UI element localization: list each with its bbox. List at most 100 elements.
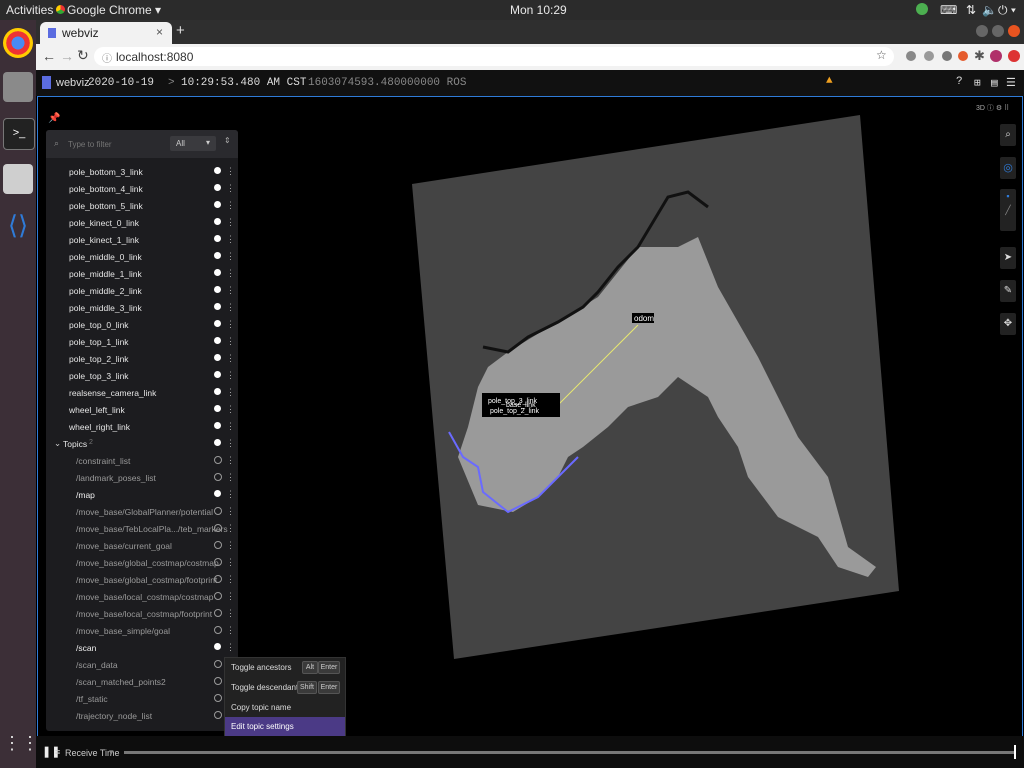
visibility-toggle[interactable] <box>214 626 222 634</box>
more-options-icon[interactable]: ⋮ <box>226 421 235 431</box>
extensions-puzzle-icon[interactable]: ✱ <box>974 48 985 64</box>
visibility-toggle[interactable] <box>214 405 221 412</box>
tree-node-row[interactable]: wheel_left_link ⋮ <box>46 401 238 418</box>
topic-row[interactable]: /map ⋮ <box>46 486 238 503</box>
more-options-icon[interactable]: ⋮ <box>226 455 235 465</box>
visibility-toggle[interactable] <box>214 473 222 481</box>
update-menu-icon[interactable] <box>1008 50 1020 62</box>
visibility-toggle[interactable] <box>214 167 221 174</box>
more-options-icon[interactable]: ⋮ <box>226 540 235 550</box>
topic-row[interactable]: /move_base/TebLocalPla.../teb_markers ⋮ <box>46 520 238 537</box>
camera-dock-icon[interactable] <box>3 164 33 194</box>
visibility-toggle[interactable] <box>214 439 221 446</box>
more-options-icon[interactable]: ⋮ <box>226 302 235 312</box>
more-options-icon[interactable]: ⋮ <box>226 370 235 380</box>
topic-row[interactable]: /scan_matched_points2⋮ <box>46 673 238 690</box>
app-menu-button[interactable]: Google Chrome ▾ <box>67 3 161 17</box>
visibility-toggle[interactable] <box>214 184 221 191</box>
tree-node-row[interactable]: pole_bottom_5_link ⋮ <box>46 197 238 214</box>
topic-row[interactable]: /move_base/local_costmap/costmap ⋮ <box>46 588 238 605</box>
topics-group-row[interactable]: ⌄ Topics 2 ⋮ <box>46 435 238 452</box>
new-tab-button[interactable]: + <box>176 22 185 39</box>
follow-tf-icon[interactable]: ◎ <box>1000 157 1016 179</box>
keyboard-icon[interactable]: ⌨ <box>940 3 957 17</box>
filter-select[interactable]: All ▾ <box>170 136 216 151</box>
layout-icon[interactable]: ▤ <box>991 76 998 90</box>
forward-icon[interactable]: → <box>60 48 74 64</box>
network-icon[interactable]: ⇅ <box>966 3 976 17</box>
more-options-icon[interactable]: ⋮ <box>226 625 235 635</box>
add-panel-icon[interactable]: ⊞ <box>974 76 981 90</box>
visibility-toggle[interactable] <box>214 575 222 583</box>
warning-icon[interactable]: ▲ <box>826 75 833 87</box>
extension-icon[interactable] <box>924 51 934 61</box>
topic-row[interactable]: /scan ⋮ <box>46 639 238 656</box>
visibility-toggle[interactable] <box>214 507 222 515</box>
more-options-icon[interactable]: ⋮ <box>226 404 235 414</box>
more-options-icon[interactable]: ⋮ <box>226 353 235 363</box>
topic-row[interactable]: /tf_static⋮ <box>46 690 238 707</box>
topic-row[interactable]: /scan_data⋮ <box>46 656 238 673</box>
topic-row[interactable]: /move_base_simple/goal ⋮ <box>46 622 238 639</box>
more-options-icon[interactable]: ⋮ <box>226 489 235 499</box>
visibility-toggle[interactable] <box>214 354 221 361</box>
menu-item-edit-topic-settings[interactable]: Edit topic settings <box>225 717 345 737</box>
more-options-icon[interactable]: ⋮ <box>226 200 235 210</box>
more-options-icon[interactable]: ⋮ <box>226 472 235 482</box>
visibility-toggle[interactable] <box>214 456 222 464</box>
tree-node-row[interactable]: pole_top_1_link ⋮ <box>46 333 238 350</box>
tab-webviz[interactable]: webviz × <box>40 22 172 44</box>
topic-row[interactable]: /constraint_list ⋮ <box>46 452 238 469</box>
more-options-icon[interactable]: ⋮ <box>226 642 235 652</box>
more-options-icon[interactable]: ⋮ <box>226 608 235 618</box>
visibility-toggle[interactable] <box>214 320 221 327</box>
extension-icon[interactable] <box>906 51 916 61</box>
2d-3d-toggle-icon[interactable]: ▪ ╱ <box>1000 189 1016 231</box>
info-icon[interactable]: ⓘ <box>102 50 112 65</box>
menu-item-toggle-descendants[interactable]: Toggle descendants Shift Enter <box>225 678 345 698</box>
tree-node-row[interactable]: pole_top_0_link ⋮ <box>46 316 238 333</box>
visibility-toggle[interactable] <box>214 541 222 549</box>
terminal-dock-icon[interactable]: >_ <box>3 118 35 150</box>
tree-node-row[interactable]: pole_middle_3_link ⋮ <box>46 299 238 316</box>
tree-node-row[interactable]: realsense_camera_link ⋮ <box>46 384 238 401</box>
tree-node-row[interactable]: pole_kinect_1_link ⋮ <box>46 231 238 248</box>
tree-node-row[interactable]: pole_middle_2_link ⋮ <box>46 282 238 299</box>
topic-row[interactable]: /move_base/global_costmap/costmap ⋮ <box>46 554 238 571</box>
close-window-button[interactable] <box>1008 25 1020 37</box>
data-sources-icon[interactable]: ☰ <box>1006 76 1016 90</box>
chevron-down-icon[interactable]: ⌄ <box>54 438 61 449</box>
show-apps-icon[interactable]: ⋮⋮⋮ <box>3 728 57 758</box>
visibility-toggle[interactable] <box>214 660 222 668</box>
more-options-icon[interactable]: ⋮ <box>226 217 235 227</box>
more-options-icon[interactable]: ⋮ <box>226 285 235 295</box>
extension-icon[interactable] <box>958 51 968 61</box>
visibility-toggle[interactable] <box>214 337 221 344</box>
topic-row[interactable]: /move_base/local_costmap/footprint ⋮ <box>46 605 238 622</box>
visibility-toggle[interactable] <box>214 303 221 310</box>
more-options-icon[interactable]: ⋮ <box>226 251 235 261</box>
more-options-icon[interactable]: ⋮ <box>226 591 235 601</box>
clock[interactable]: Mon 10:29 <box>510 3 567 17</box>
visibility-toggle[interactable] <box>214 711 222 719</box>
more-options-icon[interactable]: ⋮ <box>226 166 235 176</box>
power-menu-icon[interactable]: ⏻ ▾ <box>998 3 1016 18</box>
tree-node-row[interactable]: pole_top_3_link ⋮ <box>46 367 238 384</box>
help-icon[interactable]: ? <box>956 76 963 88</box>
more-options-icon[interactable]: ⋮ <box>226 336 235 346</box>
tree-node-row[interactable]: pole_middle_0_link ⋮ <box>46 248 238 265</box>
visibility-toggle[interactable] <box>214 677 222 685</box>
back-icon[interactable]: ← <box>42 48 56 64</box>
playback-scrubber[interactable] <box>1014 745 1016 759</box>
visibility-toggle[interactable] <box>214 643 221 650</box>
draw-pencil-icon[interactable]: ✎ <box>1000 280 1016 302</box>
more-options-icon[interactable]: ⋮ <box>226 557 235 567</box>
visibility-toggle[interactable] <box>214 269 221 276</box>
tree-node-row[interactable]: pole_middle_1_link ⋮ <box>46 265 238 282</box>
move-icon[interactable]: ✥ <box>1000 313 1016 335</box>
vscode-dock-icon[interactable]: ⟨⟩ <box>3 210 33 240</box>
reload-icon[interactable]: ↻ <box>77 47 89 64</box>
playback-slider[interactable] <box>124 751 1014 754</box>
tree-node-row[interactable]: wheel_right_link ⋮ <box>46 418 238 435</box>
close-tab-icon[interactable]: × <box>156 25 163 39</box>
